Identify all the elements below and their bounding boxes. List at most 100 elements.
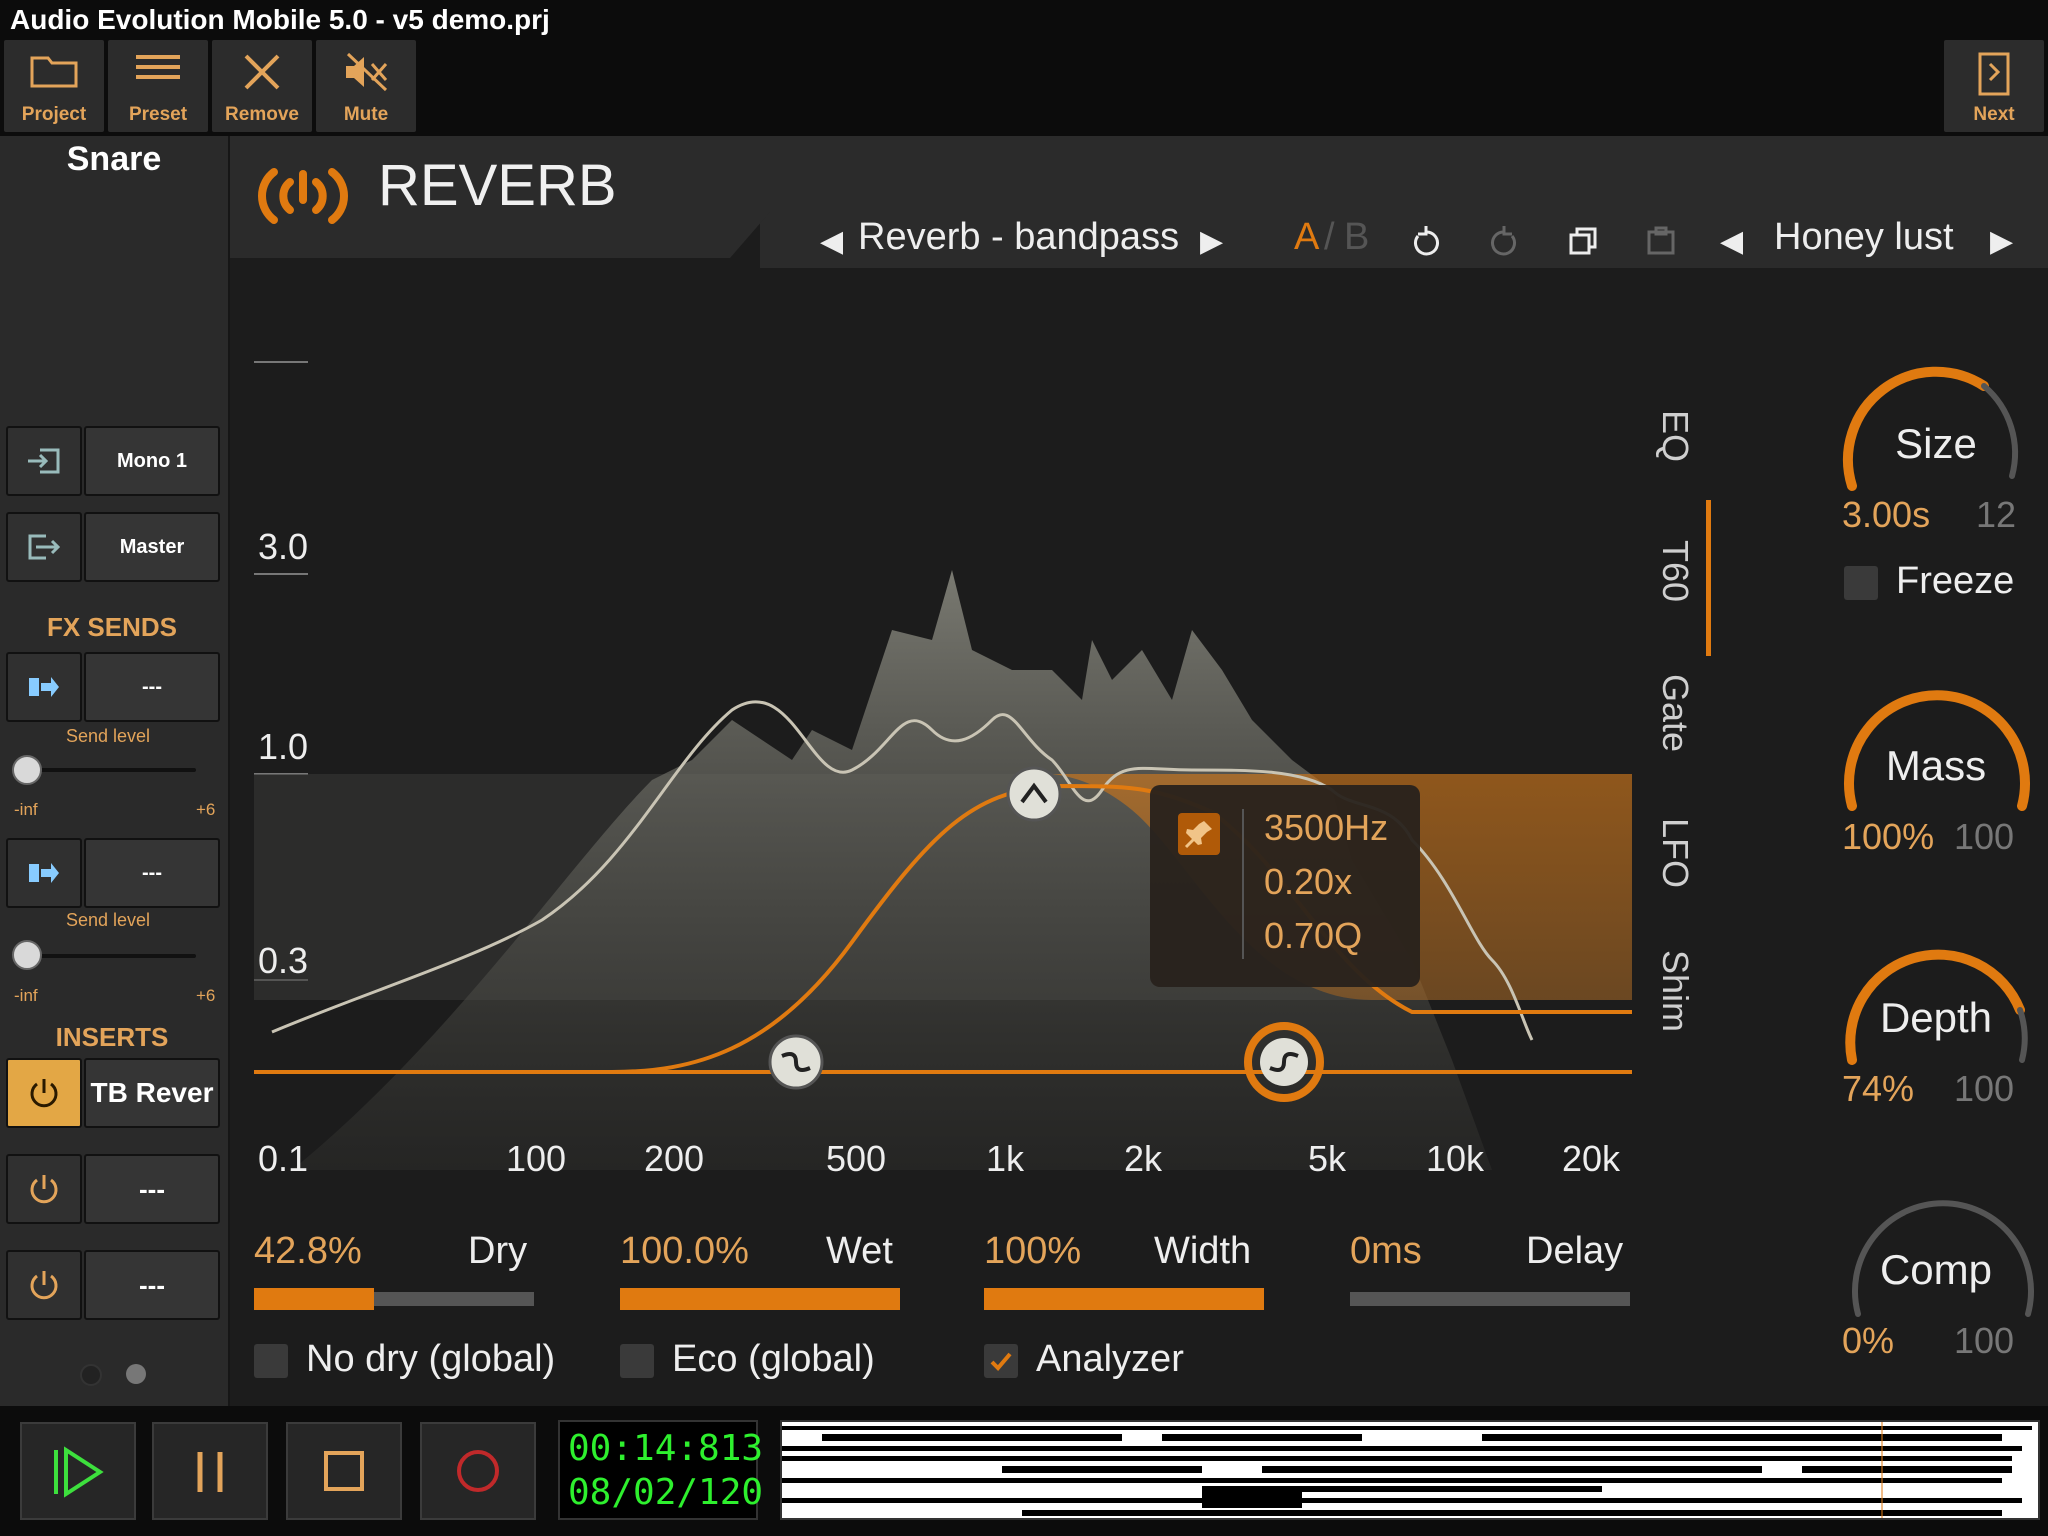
mass-max: 100 [1954, 816, 2015, 857]
preset-label: Preset [128, 104, 188, 125]
fx-send-2[interactable]: --- [6, 838, 220, 908]
pin-icon[interactable] [1178, 813, 1220, 855]
fx-send-2-target[interactable]: --- [84, 838, 220, 908]
prev-preset-button[interactable]: ◀ [820, 224, 843, 259]
mass-knob-name: Mass [1885, 742, 1987, 789]
remove-label: Remove [225, 104, 299, 125]
song-overview[interactable] [780, 1420, 2040, 1520]
eco-checkbox[interactable] [620, 1344, 654, 1378]
tab-shim[interactable]: Shim [1654, 950, 1696, 1032]
input-routing[interactable]: Mono 1 [6, 426, 220, 496]
plugin-power-icon[interactable] [256, 160, 350, 232]
folder-icon [30, 56, 78, 88]
track-overview-bars [782, 1422, 2032, 1518]
insert-3-name[interactable]: --- [84, 1250, 220, 1320]
preset-button[interactable]: Preset [108, 40, 208, 132]
send-max-label: +6 [196, 986, 216, 1005]
analyzer-checkbox[interactable] [984, 1344, 1018, 1378]
insert-2-name[interactable]: --- [84, 1154, 220, 1224]
ab-a-button[interactable]: A [1294, 216, 1319, 259]
input-label[interactable]: Mono 1 [84, 426, 220, 496]
t60-graph[interactable] [252, 340, 1632, 1170]
insert-slot-3[interactable]: --- [6, 1250, 220, 1320]
insert-slot-2[interactable]: --- [6, 1154, 220, 1224]
send-icon [6, 652, 82, 722]
y-label-03: 0.3 [258, 940, 309, 981]
preset-name[interactable]: Reverb - bandpass [858, 216, 1179, 259]
project-label: Project [21, 104, 87, 125]
time-display[interactable]: 00:14:813 08/02/120 [558, 1420, 763, 1520]
no-dry-label: No dry (global) [306, 1338, 556, 1380]
ab-separator: / [1324, 216, 1335, 258]
depth-max: 100 [1954, 1068, 2015, 1109]
dry-slider-fill[interactable] [254, 1288, 374, 1310]
dry-label: Dry [468, 1230, 528, 1272]
play-button[interactable] [20, 1422, 136, 1520]
paste-icon[interactable] [1646, 226, 1676, 256]
slider-knob[interactable] [12, 755, 42, 785]
send-level-label: Send level [66, 910, 151, 930]
next-button[interactable]: Next [1944, 40, 2044, 132]
x-label-100: 100 [506, 1138, 567, 1179]
size-knob-name: Size [1895, 420, 1977, 467]
power-icon[interactable] [6, 1058, 82, 1128]
output-icon [6, 512, 82, 582]
power-icon[interactable] [6, 1250, 82, 1320]
fx-send-1-target[interactable]: --- [84, 652, 220, 722]
project-button[interactable]: Project [4, 40, 104, 132]
no-dry-checkbox[interactable] [254, 1344, 288, 1378]
fx-send-1[interactable]: --- [6, 652, 220, 722]
slider-knob[interactable] [12, 940, 42, 970]
mute-button[interactable]: Mute [316, 40, 416, 132]
checkmark-icon [990, 1352, 1012, 1371]
stop-button[interactable] [286, 1422, 402, 1520]
width-label: Width [1154, 1230, 1252, 1272]
tooltip-frequency: 3500Hz [1264, 807, 1389, 848]
width-slider-fill[interactable] [984, 1288, 1264, 1310]
x-label-5k: 5k [1308, 1138, 1347, 1179]
pause-button[interactable] [152, 1422, 268, 1520]
tab-lfo[interactable]: LFO [1654, 818, 1696, 888]
toolbar: Project Preset Remove Mute Next [0, 40, 2048, 136]
next-label: Next [1973, 104, 2015, 125]
remove-button[interactable]: Remove [212, 40, 312, 132]
insert-1-name[interactable]: TB Rever [84, 1058, 220, 1128]
record-button[interactable] [420, 1422, 536, 1520]
prev-bank-preset-button[interactable]: ◀ [1720, 224, 1743, 259]
page-dot [80, 1364, 102, 1386]
insert-slot-1[interactable]: TB Rever [6, 1058, 220, 1128]
tab-gate[interactable]: Gate [1654, 674, 1696, 752]
next-bank-preset-button[interactable]: ▶ [1990, 224, 2013, 259]
tooltip-q: 0.70Q [1264, 915, 1363, 956]
delay-slider[interactable] [1350, 1292, 1630, 1306]
send-max-label: +6 [196, 800, 216, 819]
wet-slider-fill[interactable] [620, 1288, 900, 1310]
x-label-0: 0.1 [258, 1138, 309, 1179]
output-label[interactable]: Master [84, 512, 220, 582]
comp-max: 100 [1954, 1320, 2015, 1361]
undo-icon[interactable] [1410, 224, 1442, 258]
tab-eq[interactable]: EQ [1654, 410, 1696, 462]
track-name: Snare [66, 140, 162, 178]
send-level-slider-1[interactable] [26, 768, 196, 772]
depth-value: 74% [1842, 1068, 1915, 1109]
power-icon[interactable] [6, 1154, 82, 1224]
next-preset-button[interactable]: ▶ [1200, 224, 1223, 259]
freeze-checkbox[interactable] [1844, 566, 1878, 600]
play-icon [54, 1446, 104, 1498]
tab-t60[interactable]: T60 [1654, 540, 1696, 602]
fx-sends-title: FX SENDS [46, 612, 178, 642]
send-min-label: -inf [14, 800, 38, 819]
ab-b-button[interactable]: B [1344, 216, 1369, 259]
y-label-3: 3.0 [258, 526, 309, 567]
redo-icon[interactable] [1488, 224, 1520, 258]
output-routing[interactable]: Master [6, 512, 220, 582]
title-bar: Audio Evolution Mobile 5.0 - v5 demo.prj [0, 0, 2048, 40]
send-level-slider-2[interactable] [26, 954, 196, 958]
window-title: Audio Evolution Mobile 5.0 - v5 demo.prj [10, 4, 550, 35]
node-tooltip: 3500Hz 0.20x 0.70Q [1150, 785, 1420, 987]
active-tab-indicator [1706, 500, 1711, 656]
bank-preset-name[interactable]: Honey lust [1774, 216, 1954, 259]
mute-label: Mute [343, 104, 389, 125]
copy-icon[interactable] [1568, 226, 1598, 256]
